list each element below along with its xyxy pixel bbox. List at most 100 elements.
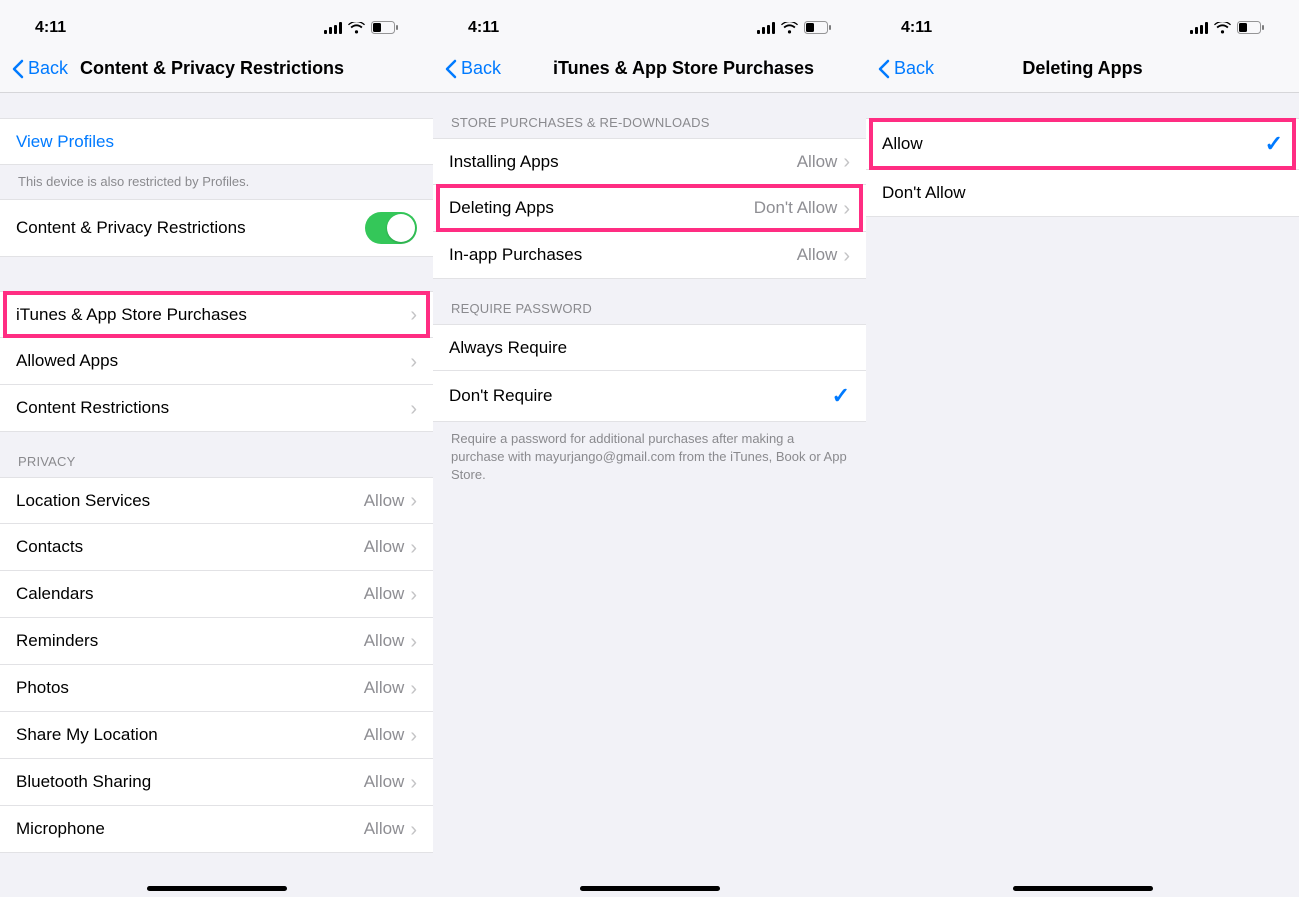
chevron-right-icon: › [410,820,417,840]
list-item-label: Bluetooth Sharing [16,772,364,792]
nav-title: Content & Privacy Restrictions [80,58,344,79]
status-icons [324,21,398,34]
battery-icon [1237,21,1264,34]
list-item-label: Share My Location [16,725,364,745]
content-restrictions-label: Content Restrictions [16,398,410,418]
list-item-value: Allow [364,631,405,651]
battery-icon [371,21,398,34]
list-item-label: Photos [16,678,364,698]
inapp-purchases-row[interactable]: In-app Purchases Allow › [433,232,866,279]
signal-icon [1190,22,1208,34]
chevron-right-icon: › [410,305,417,325]
chevron-left-icon [12,59,24,79]
chevron-right-icon: › [410,632,417,652]
chevron-left-icon [878,59,890,79]
list-item-label: Installing Apps [449,152,797,172]
privacy-row-microphone[interactable]: Microphone Allow › [0,806,433,853]
always-require-row[interactable]: Always Require [433,324,866,371]
chevron-right-icon: › [410,352,417,372]
chevron-right-icon: › [410,399,417,419]
list-item-value: Allow [364,537,405,557]
signal-icon [757,22,775,34]
dont-allow-option-row[interactable]: Don't Allow [866,170,1299,217]
list-item-label: Microphone [16,819,364,839]
chevron-right-icon: › [410,585,417,605]
privacy-row-reminders[interactable]: Reminders Allow › [0,618,433,665]
view-profiles-label: View Profiles [16,132,417,152]
home-indicator[interactable] [1013,886,1153,891]
section-header-require-password: REQUIRE PASSWORD [433,279,866,324]
back-button[interactable]: Back [878,58,934,79]
itunes-purchases-row[interactable]: iTunes & App Store Purchases › [0,291,433,338]
list-item-label: Location Services [16,491,364,511]
back-button[interactable]: Back [445,58,501,79]
content-restrictions-row[interactable]: Content Restrictions › [0,385,433,432]
status-bar: 4:11 [433,0,866,45]
deleting-apps-row[interactable]: Deleting Apps Don't Allow › [433,185,866,232]
privacy-row-bluetooth[interactable]: Bluetooth Sharing Allow › [0,759,433,806]
itunes-purchases-label: iTunes & App Store Purchases [16,305,410,325]
privacy-row-photos[interactable]: Photos Allow › [0,665,433,712]
nav-bar: Back iTunes & App Store Purchases [433,45,866,93]
list-item-label: Don't Allow [882,183,1283,203]
status-bar: 4:11 [866,0,1299,45]
dont-require-row[interactable]: Don't Require ✓ [433,371,866,422]
privacy-row-calendars[interactable]: Calendars Allow › [0,571,433,618]
home-indicator[interactable] [147,886,287,891]
view-profiles-row[interactable]: View Profiles [0,118,433,165]
list-item-label: Don't Require [449,386,832,406]
list-item-label: Deleting Apps [449,198,754,218]
wifi-icon [1214,22,1231,34]
checkmark-icon: ✓ [832,383,850,409]
status-icons [757,21,831,34]
cpr-toggle-row[interactable]: Content & Privacy Restrictions [0,199,433,257]
privacy-row-location[interactable]: Location Services Allow › [0,477,433,524]
list-item-label: Allow [882,134,1265,154]
list-item-value: Allow [364,584,405,604]
checkmark-icon: ✓ [1265,131,1283,157]
allow-option-row[interactable]: Allow ✓ [866,118,1299,170]
privacy-row-share-location[interactable]: Share My Location Allow › [0,712,433,759]
allowed-apps-row[interactable]: Allowed Apps › [0,338,433,385]
nav-bar: Back Content & Privacy Restrictions [0,45,433,93]
list-item-label: Reminders [16,631,364,651]
status-time: 4:11 [901,19,932,37]
back-button[interactable]: Back [12,58,68,79]
section-header-store: STORE PURCHASES & RE-DOWNLOADS [433,93,866,138]
list-item-label: Contacts [16,537,364,557]
status-time: 4:11 [35,19,66,37]
list-item-value: Allow [797,152,838,172]
list-item-value: Allow [797,245,838,265]
chevron-right-icon: › [410,773,417,793]
list-item-value: Don't Allow [754,198,838,218]
section-footer-password: Require a password for additional purcha… [433,422,866,493]
chevron-right-icon: › [843,246,850,266]
status-time: 4:11 [468,19,499,37]
list-item-value: Allow [364,819,405,839]
chevron-right-icon: › [410,679,417,699]
nav-title: Deleting Apps [1022,58,1142,79]
list-item-value: Allow [364,678,405,698]
chevron-right-icon: › [843,152,850,172]
allowed-apps-label: Allowed Apps [16,351,410,371]
cpr-toggle-label: Content & Privacy Restrictions [16,218,365,238]
nav-bar: Back Deleting Apps [866,45,1299,93]
chevron-right-icon: › [410,491,417,511]
profiles-note: This device is also restricted by Profil… [0,165,433,199]
back-label: Back [894,58,934,79]
wifi-icon [781,22,798,34]
chevron-right-icon: › [843,199,850,219]
installing-apps-row[interactable]: Installing Apps Allow › [433,138,866,185]
chevron-right-icon: › [410,726,417,746]
list-item-label: Calendars [16,584,364,604]
privacy-header: PRIVACY [0,432,433,477]
cpr-toggle-switch[interactable] [365,212,417,244]
list-item-value: Allow [364,772,405,792]
list-item-label: In-app Purchases [449,245,797,265]
back-label: Back [461,58,501,79]
status-icons [1190,21,1264,34]
screen-deleting-apps: 4:11 Back Deleting Apps Allow ✓ Don't Al… [866,0,1299,897]
home-indicator[interactable] [580,886,720,891]
chevron-right-icon: › [410,538,417,558]
privacy-row-contacts[interactable]: Contacts Allow › [0,524,433,571]
